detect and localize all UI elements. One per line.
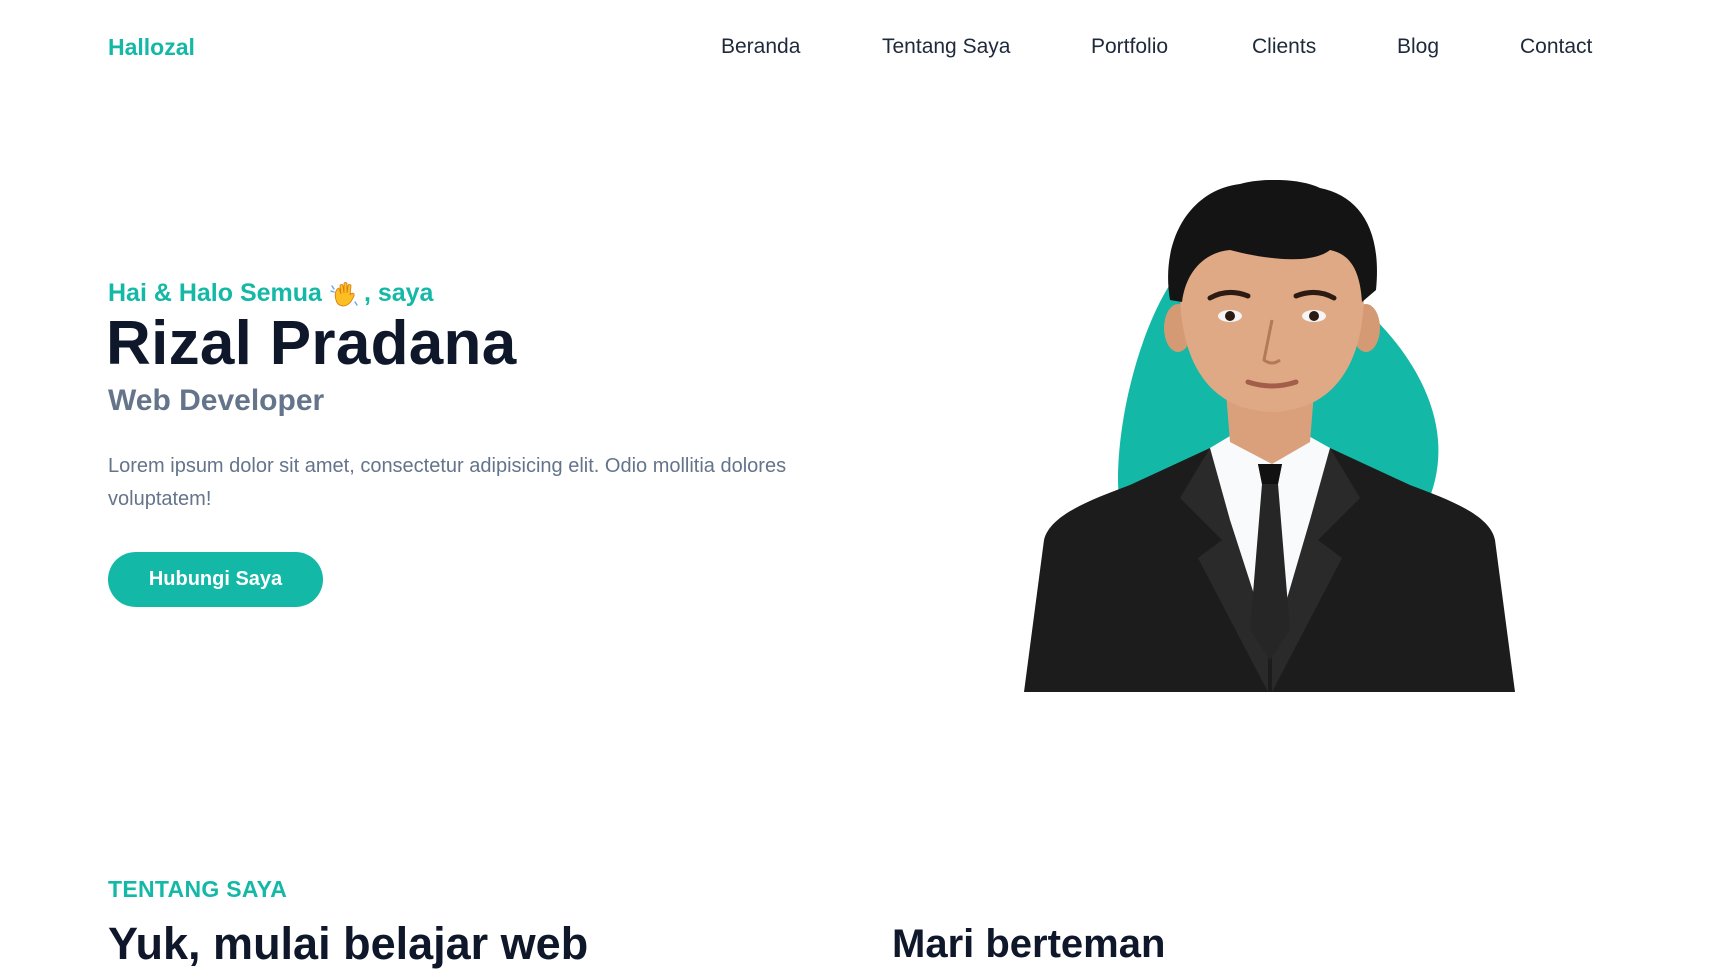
about-title: Yuk, mulai belajar web <box>108 918 589 969</box>
about-eyebrow: TENTANG SAYA <box>108 876 288 902</box>
nav-item-contact[interactable]: Contact <box>1520 35 1592 59</box>
navbar: Hallozal Beranda Tentang Saya Portfolio … <box>0 0 1733 98</box>
waving-hand-icon <box>328 280 360 308</box>
profile-photo <box>1010 180 1550 692</box>
nav-menu: Beranda Tentang Saya Portfolio Clients B… <box>0 35 1733 65</box>
greeting-suffix: , saya <box>363 279 434 307</box>
nav-item-tentang-saya[interactable]: Tentang Saya <box>882 35 1010 59</box>
nav-item-clients[interactable]: Clients <box>1252 35 1316 59</box>
hero-description: Lorem ipsum dolor sit amet, consectetur … <box>108 455 787 510</box>
hero-name: Rizal Pradana <box>106 309 517 378</box>
hero-role: Web Developer <box>108 384 325 417</box>
about-right-title: Mari berteman <box>892 922 1166 966</box>
contact-me-button[interactable]: Hubungi Saya <box>108 552 323 607</box>
nav-item-beranda[interactable]: Beranda <box>721 35 800 59</box>
portfolio-page: Hallozal Beranda Tentang Saya Portfolio … <box>0 0 1733 975</box>
greeting-text: Hai & Halo Semua <box>108 279 322 307</box>
nav-item-portfolio[interactable]: Portfolio <box>1091 35 1168 59</box>
nav-item-blog[interactable]: Blog <box>1397 35 1439 59</box>
hero-greeting: Hai & Halo Semua , saya <box>108 279 433 308</box>
